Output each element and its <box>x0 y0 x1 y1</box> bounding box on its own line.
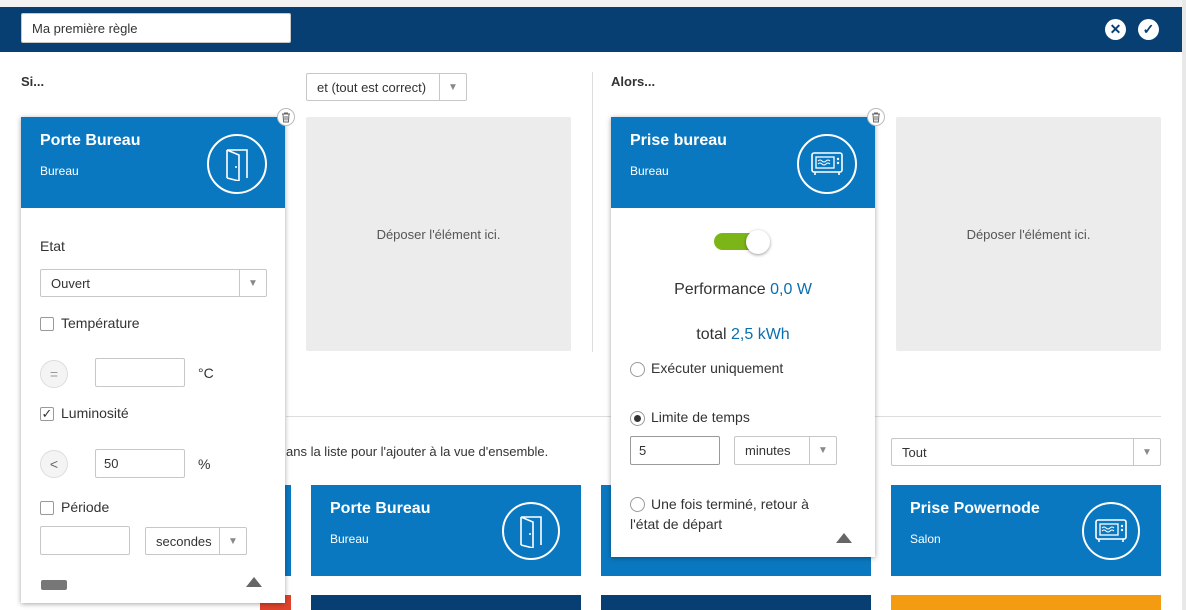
device-card-name: Prise Powernode <box>910 500 1040 517</box>
chevron-down-icon: ▼ <box>809 437 836 464</box>
collapse-arrow-icon[interactable] <box>836 533 852 543</box>
device-room: Bureau <box>40 164 79 178</box>
period-checkbox[interactable] <box>40 501 54 515</box>
then-drop-zone[interactable]: Déposer l'élément ici. <box>896 117 1161 351</box>
device-name: Prise bureau <box>630 132 727 149</box>
logic-select-value: et (tout est correct) <box>317 79 427 95</box>
if-device-header: Porte Bureau Bureau <box>21 117 285 208</box>
device-list-hint: ans la liste pour l'ajouter à la vue d'e… <box>286 444 549 459</box>
power-toggle[interactable] <box>714 230 774 254</box>
device-card[interactable]: Prise Powernode Salon <box>891 485 1161 576</box>
execute-only-label: Exécuter uniquement <box>651 360 784 376</box>
performance-line: Performance 0,0 W <box>611 281 875 299</box>
device-name: Porte Bureau <box>40 132 141 149</box>
execute-only-radio[interactable] <box>630 362 645 377</box>
device-card-room: Salon <box>910 532 941 546</box>
temperature-input[interactable] <box>95 358 185 387</box>
section-divider <box>592 72 593 352</box>
time-limit-label: Limite de temps <box>651 409 750 425</box>
luminosity-checkbox[interactable]: ✓ <box>40 406 54 421</box>
chevron-down-icon: ▼ <box>439 74 466 100</box>
rule-name-input[interactable] <box>21 13 291 43</box>
device-card-strip-orange[interactable] <box>891 595 1161 610</box>
luminosity-input[interactable] <box>95 449 185 478</box>
then-device-panel: Prise bureau Bureau Performance 0,0 W to… <box>611 117 875 557</box>
door-icon <box>207 134 267 194</box>
state-select[interactable]: Ouvert ▼ <box>40 269 267 297</box>
trash-icon[interactable] <box>867 108 885 126</box>
if-device-panel: Porte Bureau Bureau Etat Ouvert ▼ Tempér… <box>21 117 285 603</box>
microwave-icon <box>1082 502 1140 560</box>
if-section-title: Si... <box>21 74 45 89</box>
drop-hint: Déposer l'élément ici. <box>966 226 1091 242</box>
chevron-down-icon: ▼ <box>239 270 266 296</box>
temperature-checkbox[interactable] <box>40 317 54 331</box>
state-select-value: Ouvert <box>51 275 91 291</box>
close-icon[interactable]: ✕ <box>1105 19 1126 40</box>
luminosity-operator-button[interactable]: < <box>40 450 68 478</box>
total-line: total 2,5 kWh <box>611 326 875 344</box>
logic-select[interactable]: et (tout est correct) ▼ <box>306 73 467 101</box>
total-value: 2,5 kWh <box>731 326 790 343</box>
period-label: Période <box>61 499 110 515</box>
door-icon <box>502 502 560 560</box>
return-to-start-label: Une fois terminé, retour à l'état de dép… <box>630 496 809 532</box>
time-unit-select[interactable]: minutes ▼ <box>734 436 837 465</box>
chevron-down-icon: ▼ <box>1133 439 1160 465</box>
confirm-check-icon[interactable]: ✓ <box>1138 19 1159 40</box>
device-card[interactable]: Porte Bureau Bureau <box>311 485 581 576</box>
collapse-arrow-icon[interactable] <box>246 577 262 587</box>
drop-hint: Déposer l'élément ici. <box>376 226 501 242</box>
device-card-strip[interactable] <box>311 595 581 610</box>
state-label: Etat <box>40 238 65 254</box>
period-unit-value: secondes <box>156 533 212 549</box>
device-room: Bureau <box>630 164 669 178</box>
device-card-strip[interactable] <box>601 595 871 610</box>
total-label: total <box>696 326 727 343</box>
toggle-knob <box>746 230 770 254</box>
time-limit-input[interactable] <box>630 436 720 465</box>
temperature-label: Température <box>61 315 140 331</box>
period-input[interactable] <box>40 526 130 555</box>
temperature-operator-button[interactable]: = <box>40 360 68 388</box>
battery-icon <box>41 580 67 590</box>
temperature-unit: °C <box>198 365 214 381</box>
then-device-header: Prise bureau Bureau <box>611 117 875 208</box>
time-limit-radio[interactable] <box>630 411 645 426</box>
luminosity-label: Luminosité <box>61 405 129 421</box>
device-card-room: Bureau <box>330 532 369 546</box>
performance-value: 0,0 W <box>770 281 812 298</box>
device-filter-value: Tout <box>902 444 927 460</box>
time-unit-value: minutes <box>745 443 791 458</box>
luminosity-unit: % <box>198 456 211 472</box>
trash-icon[interactable] <box>277 108 295 126</box>
if-drop-zone[interactable]: Déposer l'élément ici. <box>306 117 571 351</box>
device-card-name: Porte Bureau <box>330 500 431 517</box>
device-filter-select[interactable]: Tout ▼ <box>891 438 1161 466</box>
scrollbar-track <box>1182 0 1186 610</box>
microwave-icon <box>797 134 857 194</box>
performance-label: Performance <box>674 281 766 298</box>
chevron-down-icon: ▼ <box>219 528 246 554</box>
then-section-title: Alors... <box>611 74 656 89</box>
period-unit-select[interactable]: secondes ▼ <box>145 527 247 555</box>
